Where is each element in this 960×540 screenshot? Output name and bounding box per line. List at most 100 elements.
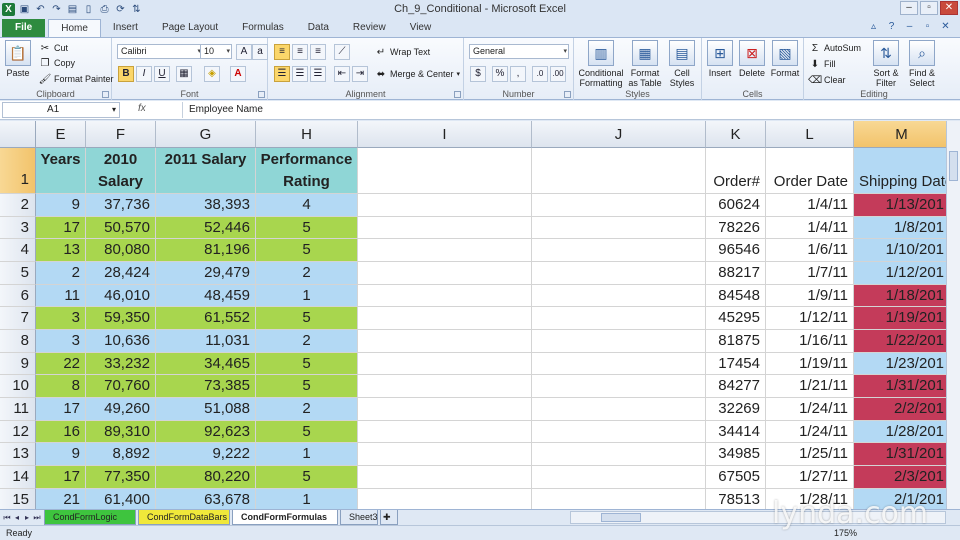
shipping-date-cell[interactable]: 1/31/201 — [854, 375, 946, 398]
sheet-tab[interactable]: Sheet3 — [340, 510, 378, 525]
order-number-cell[interactable]: 81875 — [706, 329, 766, 353]
align-top-icon[interactable]: ≡ — [274, 44, 290, 60]
column-header-m[interactable]: M — [854, 121, 946, 148]
salary-2011-cell[interactable]: 51,088 — [156, 397, 256, 421]
performance-rating-cell[interactable]: 2 — [256, 397, 358, 421]
years-cell[interactable]: 3 — [36, 329, 86, 353]
salary-2010-cell[interactable]: 50,570 — [86, 216, 156, 240]
insert-cells-button[interactable]: ⊞ Insert — [704, 40, 736, 78]
column-header-h[interactable]: H — [256, 121, 358, 148]
empty-cell[interactable] — [358, 352, 532, 376]
help-icon[interactable]: ? — [885, 20, 898, 33]
empty-cell[interactable] — [532, 488, 706, 509]
performance-rating-cell[interactable]: 1 — [256, 443, 358, 466]
salary-2011-cell[interactable]: 63,678 — [156, 488, 256, 509]
years-cell[interactable]: 17 — [36, 465, 86, 489]
wrap-text-button[interactable]: ↵ Wrap Text — [374, 45, 430, 59]
maximize-icon[interactable]: ▫ — [920, 1, 938, 15]
empty-cell[interactable] — [358, 443, 532, 466]
salary-2010-cell[interactable]: 33,232 — [86, 352, 156, 376]
performance-rating-cell[interactable]: 1 — [256, 488, 358, 509]
order-number-cell[interactable]: 34985 — [706, 443, 766, 466]
shipping-date-cell[interactable]: 2/3/201 — [854, 465, 946, 489]
row-header[interactable]: 2 — [0, 194, 36, 217]
performance-rating-cell[interactable]: 4 — [256, 194, 358, 217]
years-cell[interactable]: 17 — [36, 216, 86, 240]
sheet-tab[interactable]: CondFormDataBars — [138, 510, 230, 525]
empty-cell[interactable] — [532, 397, 706, 421]
performance-rating-cell[interactable]: 5 — [256, 375, 358, 398]
header-cell-h[interactable]: Performance Rating — [256, 148, 358, 194]
salary-2011-cell[interactable]: 92,623 — [156, 420, 256, 444]
row-header[interactable]: 8 — [0, 329, 36, 353]
empty-cell[interactable] — [532, 239, 706, 262]
salary-2010-cell[interactable]: 61,400 — [86, 488, 156, 509]
align-right-icon[interactable]: ☰ — [310, 66, 326, 82]
column-header-l[interactable]: L — [766, 121, 854, 148]
header-cell-f[interactable]: 2010 Salary — [86, 148, 156, 194]
years-cell[interactable]: 13 — [36, 239, 86, 262]
shipping-date-cell[interactable]: 1/8/201 — [854, 216, 946, 240]
currency-button[interactable]: $ — [470, 66, 486, 82]
sort-filter-button[interactable]: ⇅ Sort & Filter — [868, 40, 904, 88]
cell-j1[interactable] — [532, 148, 706, 194]
next-sheet-icon[interactable]: ▸ — [22, 512, 32, 523]
name-box[interactable]: A1 ▾ — [2, 102, 120, 118]
font-launcher-icon[interactable] — [258, 91, 265, 98]
row-header[interactable]: 12 — [0, 420, 36, 444]
shipping-date-cell[interactable]: 1/23/201 — [854, 352, 946, 376]
prev-sheet-icon[interactable]: ◂ — [12, 512, 22, 523]
empty-cell[interactable] — [532, 375, 706, 398]
paste-button[interactable]: 📋 Paste — [3, 40, 33, 78]
orientation-icon[interactable]: ⟋ — [334, 44, 350, 60]
fill-color-icon[interactable]: ◈ — [204, 66, 220, 82]
shipping-date-cell[interactable]: 1/12/201 — [854, 261, 946, 285]
empty-cell[interactable] — [358, 329, 532, 353]
years-cell[interactable]: 16 — [36, 420, 86, 444]
salary-2010-cell[interactable]: 46,010 — [86, 284, 156, 308]
salary-2011-cell[interactable]: 61,552 — [156, 307, 256, 330]
column-header-e[interactable]: E — [36, 121, 86, 148]
sort-icon[interactable]: ⇅ — [130, 3, 143, 16]
order-date-cell[interactable]: 1/21/11 — [766, 375, 854, 398]
bold-button[interactable]: B — [118, 66, 134, 82]
performance-rating-cell[interactable]: 5 — [256, 352, 358, 376]
salary-2011-cell[interactable]: 73,385 — [156, 375, 256, 398]
font-size-select[interactable]: 10 ▾ — [200, 44, 232, 59]
minimize-icon[interactable]: – — [900, 1, 918, 15]
empty-cell[interactable] — [358, 284, 532, 308]
column-header-g[interactable]: G — [156, 121, 256, 148]
salary-2010-cell[interactable]: 59,350 — [86, 307, 156, 330]
open-icon[interactable]: ▤ — [66, 3, 79, 16]
column-header-i[interactable]: I — [358, 121, 532, 148]
workbook-minimize-icon[interactable]: – — [903, 20, 916, 33]
order-number-cell[interactable]: 96546 — [706, 239, 766, 262]
order-number-cell[interactable]: 84277 — [706, 375, 766, 398]
close-icon[interactable]: ✕ — [940, 1, 958, 15]
shipping-date-cell[interactable]: 1/31/201 — [854, 443, 946, 466]
cut-button[interactable]: ✂ Cut — [38, 41, 68, 55]
years-cell[interactable]: 22 — [36, 352, 86, 376]
order-number-cell[interactable]: 84548 — [706, 284, 766, 308]
row-header[interactable]: 3 — [0, 216, 36, 240]
row-header[interactable]: 4 — [0, 239, 36, 262]
worksheet-grid[interactable]: E F G H I J K L M 1 Years 2010 Salary 2011 Salary Per… — [0, 121, 946, 509]
insert-function-button[interactable]: fx — [138, 103, 146, 114]
delete-cells-button[interactable]: ⊠ Delete — [736, 40, 768, 78]
salary-2011-cell[interactable]: 48,459 — [156, 284, 256, 308]
formula-input[interactable]: Employee Name — [182, 102, 958, 118]
order-number-cell[interactable]: 78226 — [706, 216, 766, 240]
order-date-cell[interactable]: 1/4/11 — [766, 216, 854, 240]
alignment-launcher-icon[interactable] — [454, 91, 461, 98]
salary-2011-cell[interactable]: 80,220 — [156, 465, 256, 489]
percent-button[interactable]: % — [492, 66, 508, 82]
order-number-cell[interactable]: 34414 — [706, 420, 766, 444]
empty-cell[interactable] — [358, 465, 532, 489]
performance-rating-cell[interactable]: 5 — [256, 239, 358, 262]
empty-cell[interactable] — [358, 239, 532, 262]
salary-2011-cell[interactable]: 34,465 — [156, 352, 256, 376]
tab-review[interactable]: Review — [341, 19, 398, 37]
tab-formulas[interactable]: Formulas — [230, 19, 296, 37]
format-as-table-button[interactable]: ▦ Format as Table — [626, 40, 664, 88]
years-cell[interactable]: 2 — [36, 261, 86, 285]
